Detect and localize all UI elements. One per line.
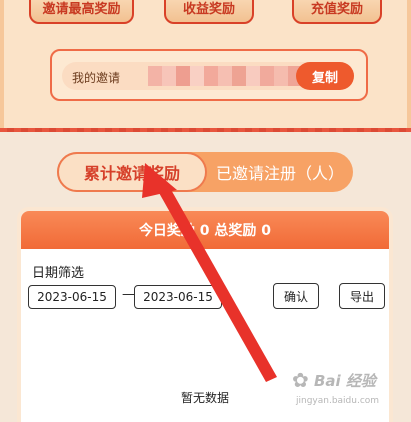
redaction-block [148,66,162,86]
redaction-block [218,66,232,86]
invite-code-label: 我的邀请 [72,71,121,85]
redaction-block [260,66,274,86]
start-date-input[interactable] [28,285,116,309]
end-date-input[interactable] [134,285,222,309]
top-reward-button-2[interactable]: 收益奖励 [164,0,254,24]
reward-summary-header: 今日奖励 0 总奖励 0 [21,211,389,249]
invite-code-box: 我的邀请 复制 [50,49,368,101]
top-reward-button-1[interactable]: 邀请最高奖励 [29,0,134,24]
redaction-block [232,66,246,86]
watermark-brand: Bai 经验 [314,372,376,390]
tab-invited-registrations[interactable]: 已邀请注册（人） [207,152,353,192]
baidu-watermark: ✿ Bai 经验 jingyan.baidu.com [292,368,384,412]
reward-panel: 邀请最高奖励 收益奖励 充值奖励 我的邀请 复制 [0,0,411,128]
redaction-block [162,66,176,86]
watermark-url: jingyan.baidu.com [296,396,380,406]
date-filter-label: 日期筛选 [32,266,85,281]
copy-button[interactable]: 复制 [296,62,354,90]
empty-state-text: 暂无数据 [181,391,230,405]
tab-cumulative-rewards[interactable]: 累计邀请奖励 [57,152,207,192]
export-button[interactable]: 导出 [339,283,385,309]
redaction-block [190,66,204,86]
redaction-block [176,66,190,86]
redaction-block [204,66,218,86]
paw-icon: ✿ [292,368,309,392]
reward-tab-switch: 累计邀请奖励 已邀请注册（人） [57,152,353,192]
top-reward-button-3[interactable]: 充值奖励 [292,0,382,24]
redaction-block [274,66,288,86]
invite-code-pill: 我的邀请 复制 [62,62,354,90]
redaction-block [246,66,260,86]
confirm-button[interactable]: 确认 [273,283,319,309]
